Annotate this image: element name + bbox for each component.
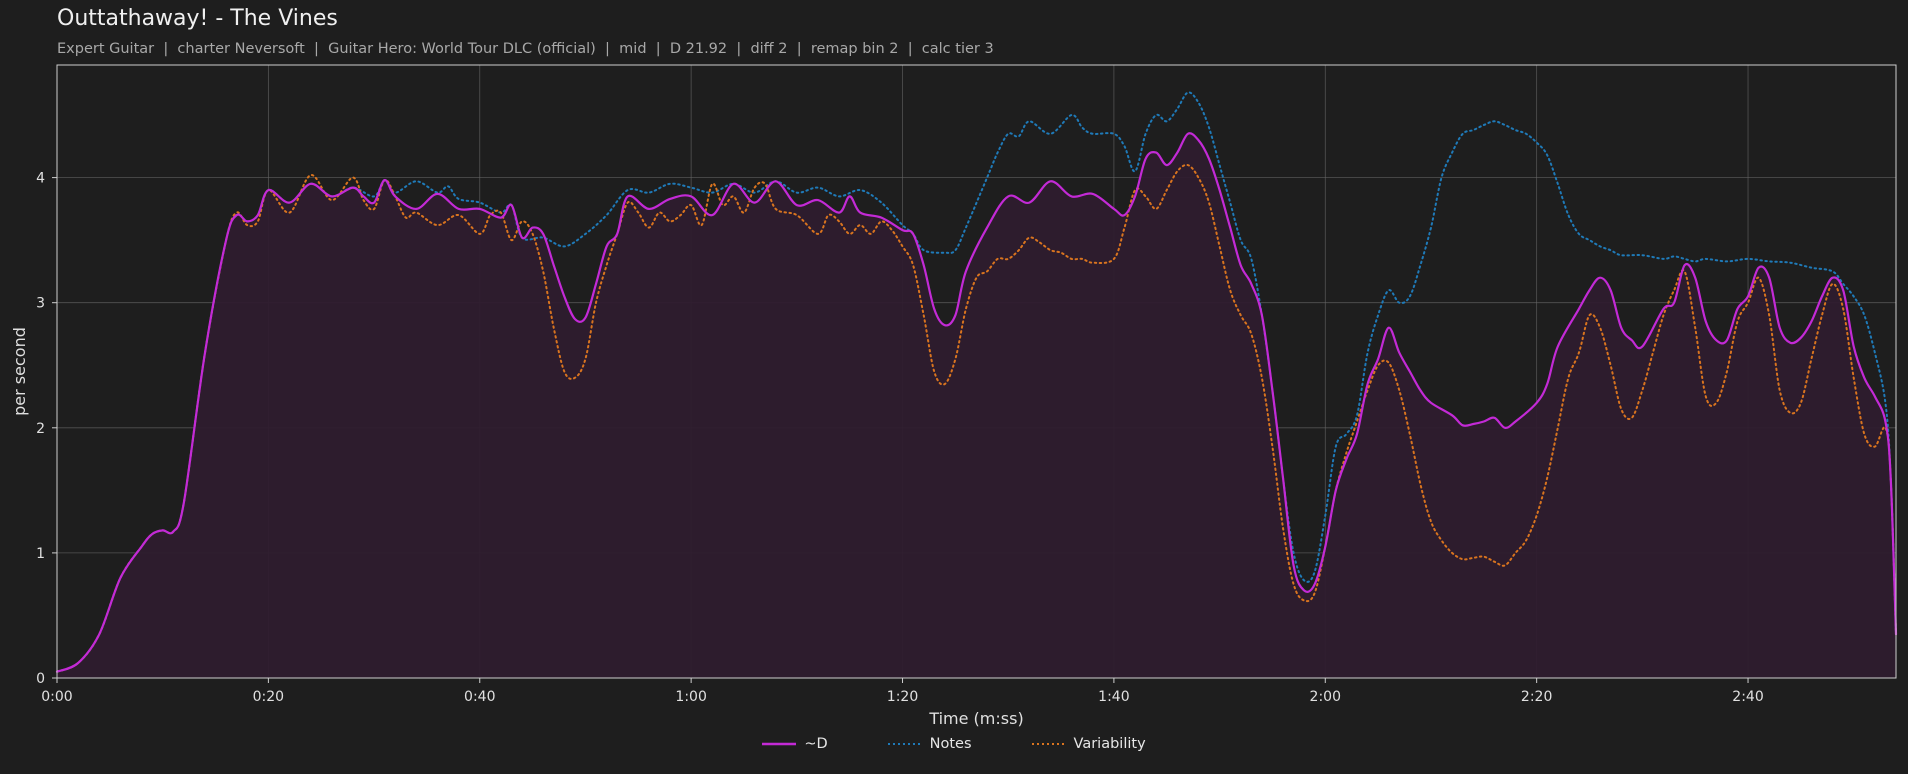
- legend: ~D Notes Variability: [0, 736, 1908, 752]
- legend-item-notes: Notes: [887, 736, 972, 752]
- y-axis-label: per second: [10, 327, 29, 416]
- x-tick-label: 1:00: [675, 689, 706, 705]
- x-tick-label: 1:20: [887, 689, 918, 705]
- legend-label-notes: Notes: [929, 736, 972, 752]
- legend-swatch-variability: [1031, 743, 1066, 745]
- y-tick-label: 1: [36, 546, 45, 562]
- x-tick-label: 2:40: [1732, 689, 1763, 705]
- legend-swatch-notes: [887, 743, 922, 745]
- y-tick-label: 2: [36, 421, 45, 437]
- legend-swatch-d: [762, 742, 797, 746]
- x-tick-label: 0:40: [464, 689, 495, 705]
- y-tick-label: 3: [36, 296, 45, 312]
- x-axis-label: Time (m:ss): [928, 709, 1023, 728]
- y-tick-label: 4: [36, 171, 45, 187]
- legend-item-variability: Variability: [1031, 736, 1146, 752]
- x-tick-label: 0:20: [253, 689, 284, 705]
- x-tick-label: 2:20: [1521, 689, 1552, 705]
- legend-label-d: ~D: [804, 736, 828, 752]
- legend-label-variability: Variability: [1073, 736, 1146, 752]
- y-tick-label: 0: [36, 671, 45, 687]
- line-chart: 0:00 0:20 0:40 1:00 1:20 1:40 2:00 2:20 2:40 0 1 2 3…: [10, 64, 1898, 728]
- x-tick-label: 1:40: [1098, 689, 1129, 705]
- x-tick-label: 2:00: [1310, 689, 1341, 705]
- x-tick-label: 0:00: [41, 689, 72, 705]
- series-layer: [55, 91, 1898, 678]
- legend-item-d: ~D: [762, 736, 828, 752]
